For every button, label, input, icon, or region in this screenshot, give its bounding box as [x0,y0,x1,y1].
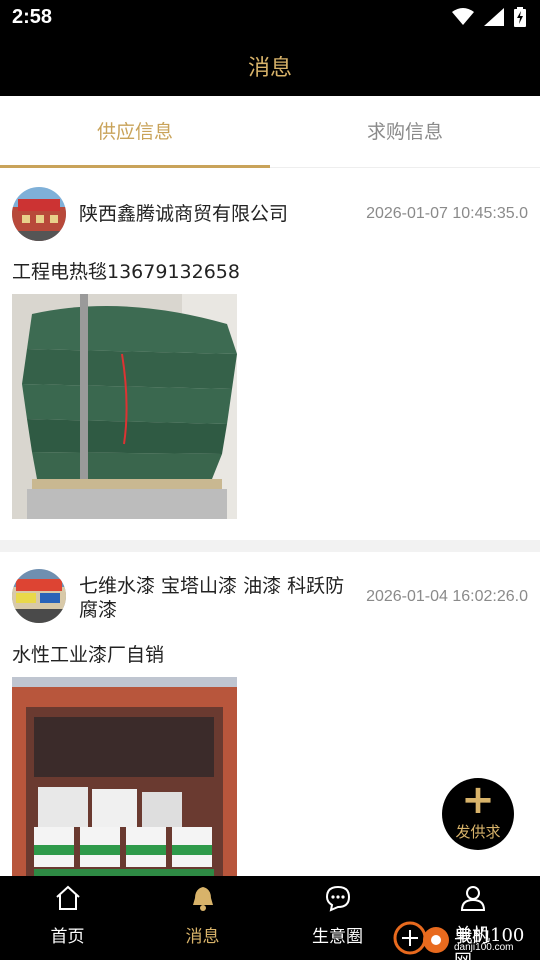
home-icon [55,885,80,910]
nav-home[interactable]: 首页 [0,876,135,960]
post-supply-label: 发供求 [455,823,501,841]
user-icon [460,886,485,911]
status-time: 2:58 [12,6,53,28]
watermark-text: 单机100网 [454,925,525,960]
post-timestamp: 2026-01-04 16:02:26.0 [366,588,528,605]
post-text: 工程电热毯13679132658 [12,261,240,283]
tab-purchase[interactable]: 求购信息 [270,96,540,168]
watermark-url: danji100.com [454,942,514,953]
company-name[interactable]: 陕西鑫腾诚商贸有限公司 [79,202,354,226]
title-bar: 消息 [0,36,540,96]
tab-bar: 供应信息 求购信息 [0,96,540,168]
tab-active-indicator [0,165,270,168]
company-name[interactable]: 七维水漆 宝塔山漆 油漆 科跃防腐漆 [79,574,354,622]
status-bar: 2:58 [0,0,540,36]
page-title: 消息 [247,56,292,81]
post-image[interactable] [12,677,237,876]
post-divider [0,540,540,552]
tab-purchase-label: 求购信息 [366,121,443,143]
chat-icon [325,885,350,912]
nav-business-circle[interactable]: 生意圈 [270,876,405,960]
watermark-logo-icon [393,921,449,955]
status-icons [452,7,526,27]
tab-supply-label: 供应信息 [96,121,173,143]
post-image[interactable] [12,294,237,519]
signal-icon [484,8,504,26]
wifi-icon [452,8,474,25]
post-timestamp: 2026-01-07 10:45:35.0 [366,205,528,222]
message-feed[interactable]: 陕西鑫腾诚商贸有限公司 2026-01-07 10:45:35.0 工程电热毯1… [0,169,540,876]
battery-icon [514,7,526,27]
bell-icon [192,887,213,911]
avatar[interactable] [12,569,66,623]
nav-business-circle-label: 生意圈 [312,927,363,947]
tab-supply[interactable]: 供应信息 [0,96,270,168]
nav-home-label: 首页 [50,927,85,947]
nav-messages-label: 消息 [185,927,220,947]
post-supply-button[interactable]: + 发供求 [442,778,514,850]
nav-messages[interactable]: 消息 [135,876,270,960]
post-text: 水性工业漆厂自销 [12,644,165,666]
plus-icon: + [461,777,495,823]
avatar[interactable] [12,187,66,241]
site-watermark: 单机100网 danji100.com [392,916,540,960]
post-item[interactable]: 陕西鑫腾诚商贸有限公司 2026-01-07 10:45:35.0 工程电热毯1… [0,169,540,540]
